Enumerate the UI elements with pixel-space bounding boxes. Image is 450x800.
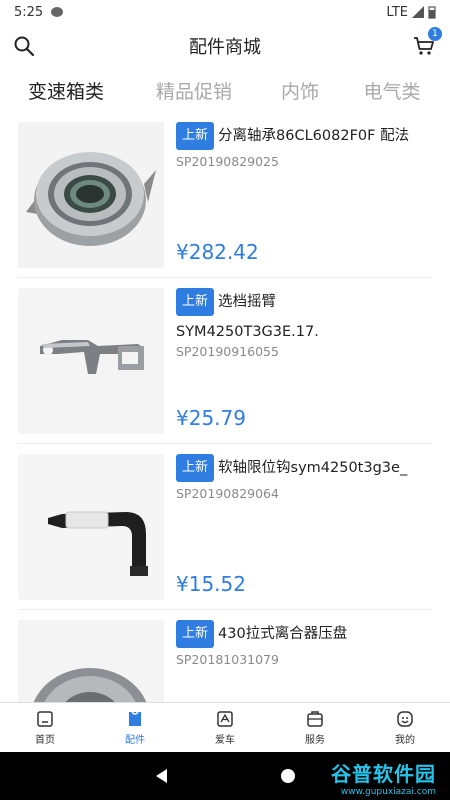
nav-profile-label: 我的: [395, 735, 415, 746]
product-name: 上新 分离轴承86CL6082F0F 配法: [176, 122, 432, 150]
app-bar: 配件商城 1: [0, 24, 450, 68]
product-image-clutch-plate: [18, 620, 164, 702]
new-tag: 上新: [176, 122, 215, 150]
watermark: 谷普软件园 www.gupuxiazai.com: [331, 758, 436, 797]
nav-parts-label: 配件: [125, 735, 145, 746]
signal-icon: [412, 6, 424, 18]
product-code: SP20190916055: [176, 344, 279, 359]
home-button-icon[interactable]: [280, 768, 296, 784]
nav-home-label: 首页: [35, 735, 55, 746]
product-list: 上新 分离轴承86CL6082F0F 配法 SP20190829025 ¥282.…: [0, 112, 450, 702]
product-code: SP20190829064: [176, 486, 279, 501]
product-image-shift-arm: [18, 288, 164, 434]
back-icon[interactable]: [154, 768, 170, 784]
tab-transmission[interactable]: 变速箱类: [0, 77, 132, 104]
cart-badge: 1: [428, 27, 442, 41]
notification-icon: [51, 7, 64, 17]
product-name: 上新 430拉式离合器压盘: [176, 620, 432, 648]
product-price: ¥282.42: [176, 240, 259, 264]
category-tabs: 变速箱类 精品促销 内饰 电气类: [0, 68, 450, 112]
status-time: 5:25: [14, 4, 44, 20]
network-label: LTE: [386, 4, 408, 20]
nav-parts[interactable]: 配件: [90, 703, 180, 752]
profile-icon: [397, 711, 413, 727]
nav-home[interactable]: 首页: [0, 703, 90, 752]
new-tag: 上新: [176, 288, 215, 316]
home-icon: [37, 711, 53, 727]
watermark-main: 谷普软件园: [331, 762, 436, 786]
product-code: SP20181031079: [176, 652, 279, 667]
product-code: SP20190829025: [176, 154, 279, 169]
tab-promotions[interactable]: 精品促销: [132, 77, 256, 104]
product-item[interactable]: 上新 430拉式离合器压盘 SP20181031079: [18, 610, 432, 702]
tab-electrical[interactable]: 电气类: [344, 77, 440, 104]
watermark-url: www.gupuxiazai.com: [340, 787, 436, 797]
status-bar: 5:25 LTE: [0, 0, 450, 24]
car-icon: [217, 711, 233, 727]
product-item[interactable]: 上新 分离轴承86CL6082F0F 配法 SP20190829025 ¥282.…: [18, 112, 432, 278]
bottom-nav: 首页 配件 爱车 服务 我的: [0, 702, 450, 752]
nav-profile[interactable]: 我的: [360, 703, 450, 752]
cart-button[interactable]: 1: [412, 27, 442, 58]
product-name-continued: SYM4250T3G3E.17.: [176, 324, 319, 340]
product-item[interactable]: 上新 选档摇臂 SYM4250T3G3E.17. SP20190916055 ¥2…: [18, 278, 432, 444]
product-item[interactable]: 上新 软轴限位钩sym4250t3g3e_ SP20190829064 ¥15.5…: [18, 444, 432, 610]
product-price: ¥25.79: [176, 406, 246, 430]
page-title: 配件商城: [189, 37, 261, 58]
nav-service-label: 服务: [305, 735, 325, 746]
nav-car[interactable]: 爱车: [180, 703, 270, 752]
nav-car-label: 爱车: [215, 735, 235, 746]
new-tag: 上新: [176, 620, 215, 648]
product-image-cable-hook: [18, 454, 164, 600]
product-name: 上新 软轴限位钩sym4250t3g3e_: [176, 454, 432, 482]
product-image-bearing: [18, 122, 164, 268]
battery-icon: [428, 5, 436, 19]
tab-interior[interactable]: 内饰: [256, 77, 344, 104]
parts-icon: [129, 711, 141, 726]
product-price: ¥15.52: [176, 572, 246, 596]
new-tag: 上新: [176, 454, 215, 482]
nav-service[interactable]: 服务: [270, 703, 360, 752]
service-icon: [307, 711, 323, 727]
product-name: 上新 选档摇臂: [176, 288, 432, 316]
search-icon[interactable]: [12, 34, 36, 58]
